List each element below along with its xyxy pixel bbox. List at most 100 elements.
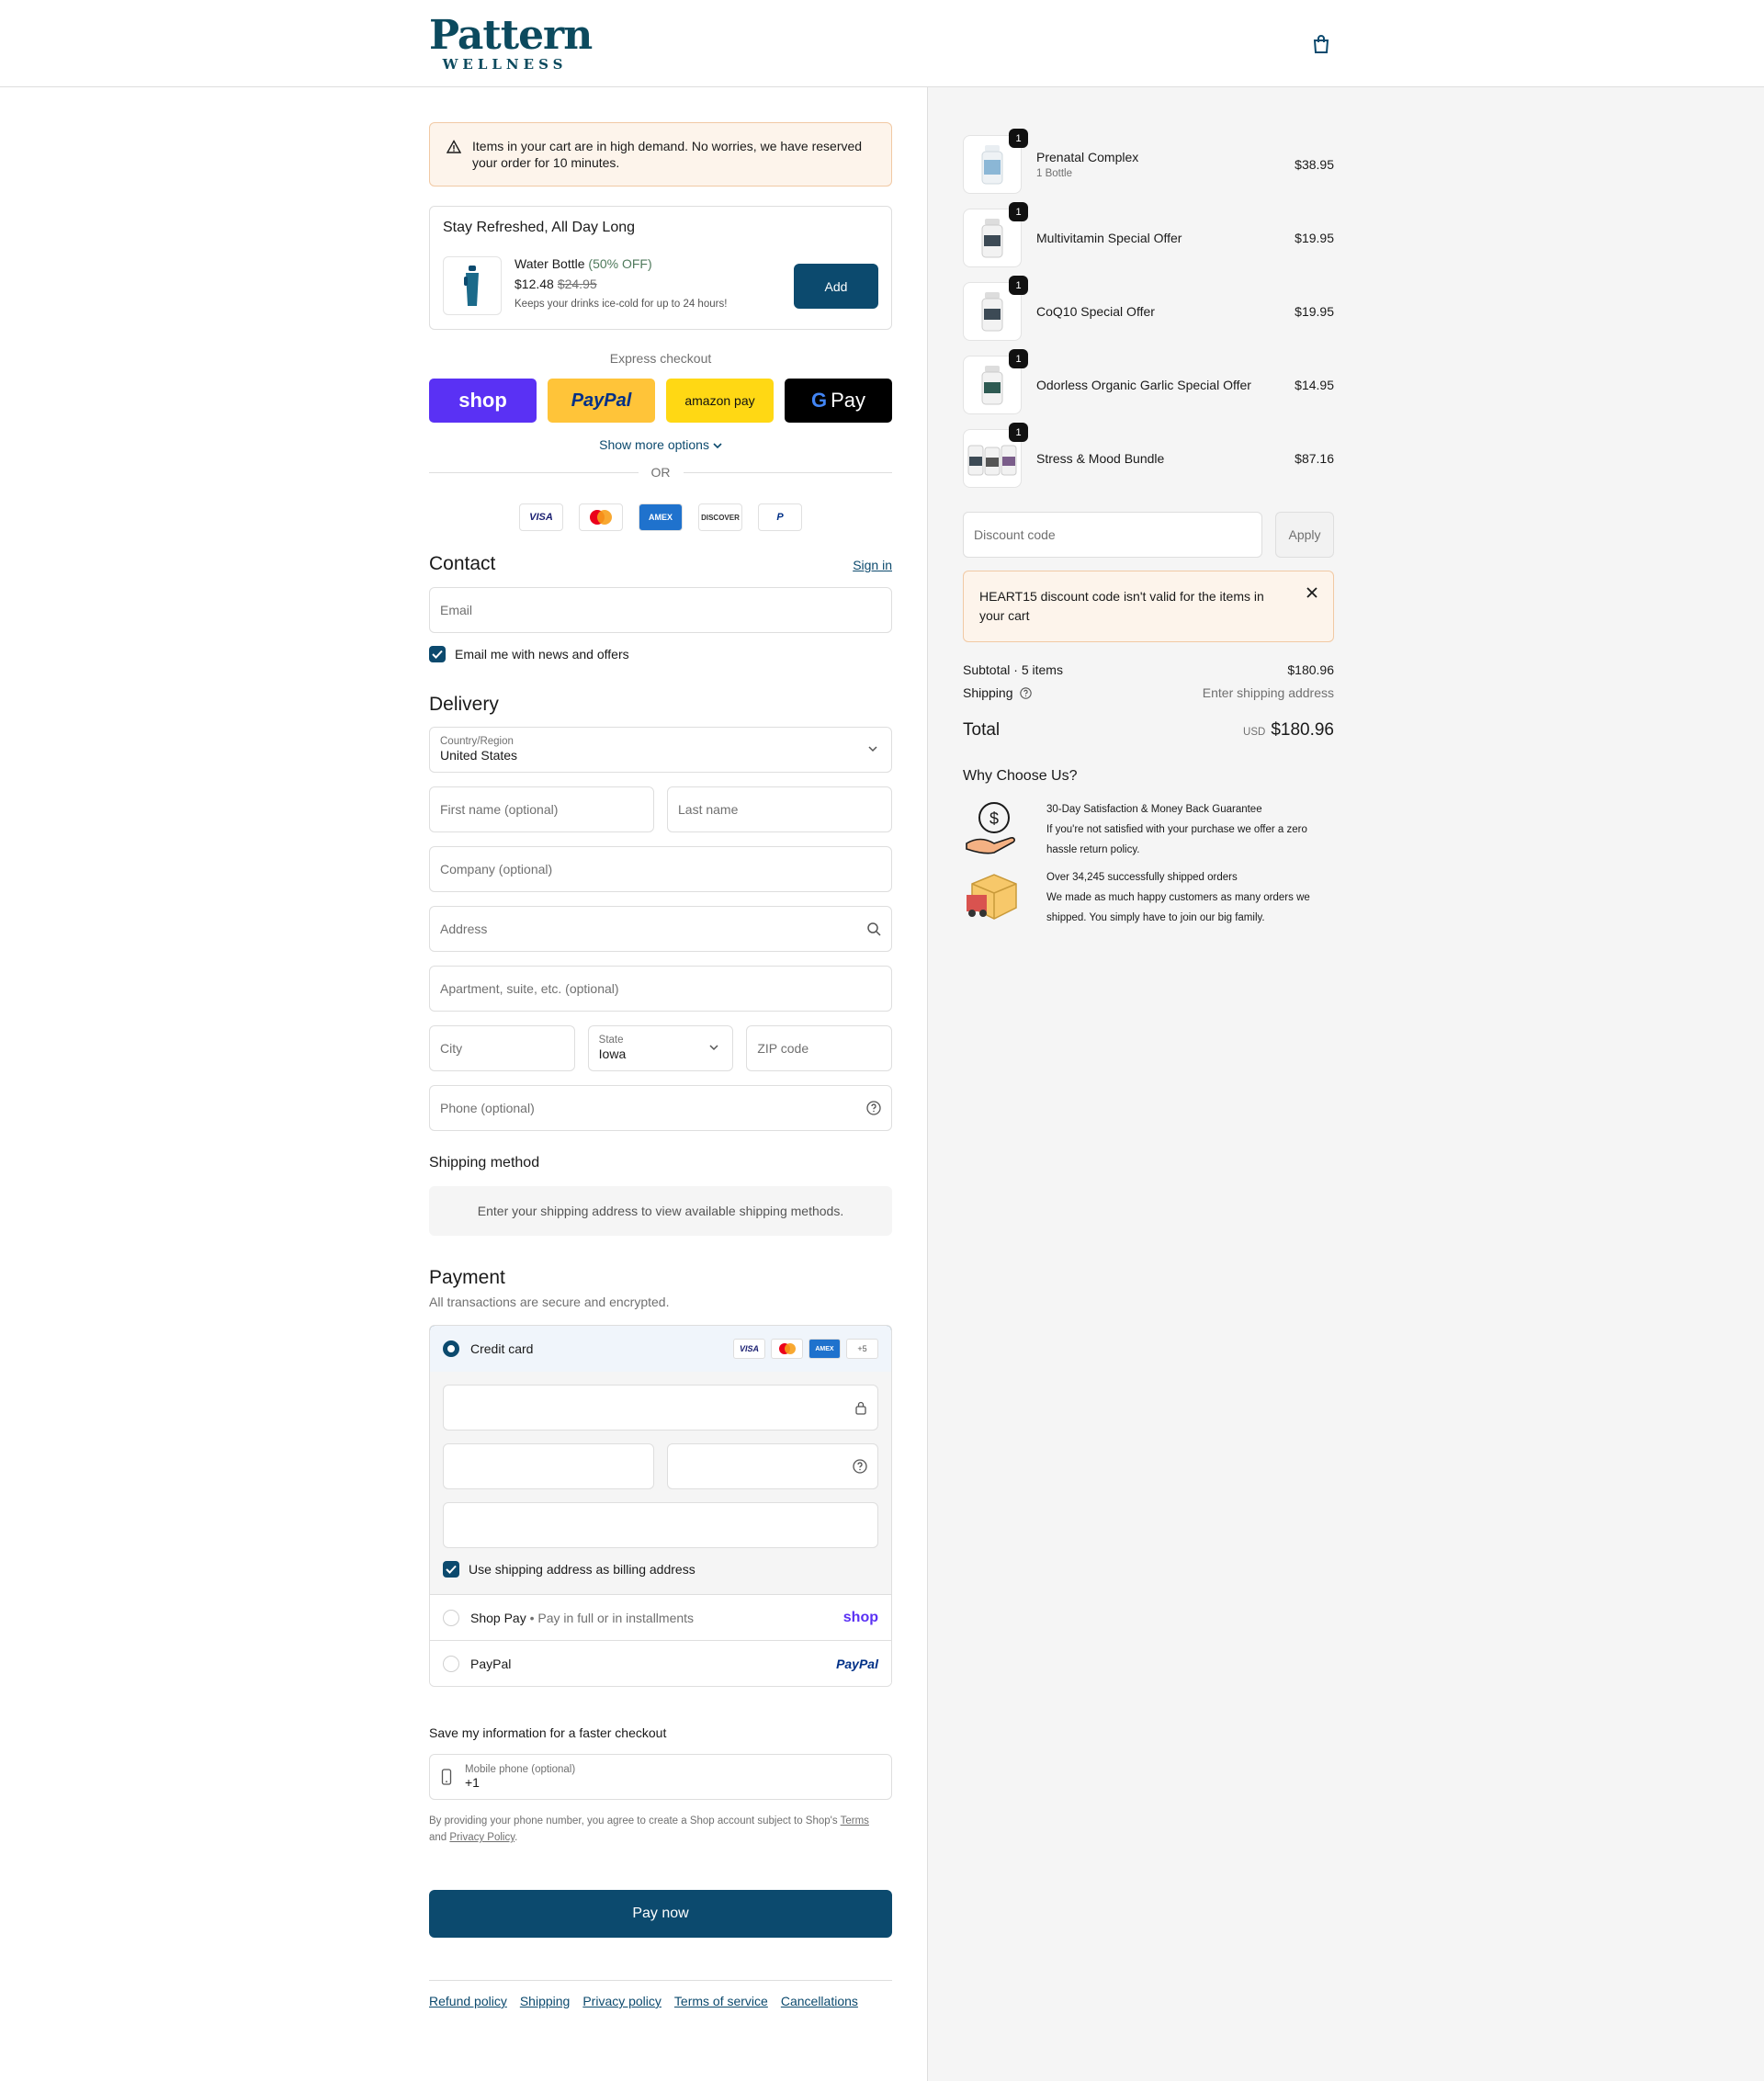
- billing-same-checkbox[interactable]: [443, 1561, 459, 1578]
- apartment-field[interactable]: Apartment, suite, etc. (optional): [429, 966, 892, 1012]
- paypal-label: PayPal: [470, 1656, 512, 1671]
- mobile-phone-field[interactable]: Mobile phone (optional) +1: [429, 1754, 892, 1800]
- mobile-phone-value: +1: [465, 1775, 480, 1790]
- product-thumbnail: 1: [963, 349, 1028, 414]
- country-label: Country/Region: [440, 736, 514, 747]
- card-cvv-field[interactable]: [667, 1443, 878, 1489]
- newsletter-checkbox[interactable]: [429, 646, 446, 662]
- zip-field[interactable]: ZIP code: [746, 1025, 893, 1071]
- shop-pay-button[interactable]: shop: [429, 379, 537, 423]
- city-field[interactable]: City: [429, 1025, 575, 1071]
- country-select[interactable]: Country/Region United States: [429, 727, 892, 773]
- contact-title: Contact: [429, 553, 496, 574]
- discover-icon: DISCOVER: [698, 503, 742, 531]
- email-field[interactable]: Email: [429, 587, 892, 633]
- cancellations-link[interactable]: Cancellations: [781, 1994, 858, 2008]
- card-number-field[interactable]: [443, 1385, 878, 1431]
- amazon-pay-button[interactable]: amazon pay: [666, 379, 774, 423]
- subtotal-value: $180.96: [1287, 662, 1334, 677]
- upsell-card: Stay Refreshed, All Day Long Water Bottl…: [429, 206, 892, 330]
- terms-of-service-link[interactable]: Terms of service: [674, 1994, 768, 2008]
- logo-sub-text: WELLNESS: [442, 56, 568, 73]
- product-thumbnail: 1: [963, 423, 1028, 488]
- shop-pay-radio[interactable]: [443, 1609, 459, 1626]
- why-item-heading: Over 34,245 successfully shipped orders: [1046, 872, 1238, 883]
- state-label: State: [598, 1035, 624, 1046]
- privacy-policy-link[interactable]: Privacy Policy: [449, 1832, 514, 1843]
- card-name-field[interactable]: [443, 1502, 878, 1548]
- show-more-label: Show more options: [599, 437, 709, 452]
- google-pay-label: Pay: [831, 389, 866, 412]
- product-thumbnail: 1: [963, 276, 1028, 341]
- paypal-button-label: PayPal: [571, 390, 632, 411]
- product-thumbnail: 1: [963, 202, 1028, 267]
- paypal-radio[interactable]: [443, 1655, 459, 1672]
- last-name-placeholder: Last name: [678, 802, 739, 817]
- more-cards-badge: +5: [846, 1339, 878, 1359]
- credit-card-label: Credit card: [470, 1341, 534, 1356]
- terms-notice-text: By providing your phone number, you agre…: [429, 1815, 838, 1827]
- quantity-badge: 1: [1009, 423, 1028, 442]
- discount-code-field[interactable]: Discount code: [963, 512, 1262, 558]
- cart-button[interactable]: [1308, 31, 1334, 57]
- item-name: Multivitamin Special Offer: [1036, 231, 1182, 245]
- warning-icon: [447, 140, 461, 153]
- phone-placeholder: Phone (optional): [440, 1101, 535, 1115]
- pattern-wellness-logo[interactable]: Pattern WELLNESS: [429, 15, 593, 73]
- privacy-policy-footer-link[interactable]: Privacy policy: [582, 1994, 662, 2008]
- why-item: $ 30-Day Satisfaction & Money Back Guara…: [963, 799, 1334, 860]
- paypal-button[interactable]: PayPal: [548, 379, 655, 423]
- cart-item: 1 Multivitamin Special Offer $19.95: [963, 201, 1334, 275]
- newsletter-checkbox-row[interactable]: Email me with news and offers: [429, 646, 892, 662]
- phone-field[interactable]: Phone (optional): [429, 1085, 892, 1131]
- check-icon: [432, 650, 443, 659]
- total-label: Total: [963, 720, 1001, 740]
- site-header: Pattern WELLNESS: [0, 0, 1764, 87]
- refund-policy-link[interactable]: Refund policy: [429, 1994, 507, 2008]
- billing-same-row[interactable]: Use shipping address as billing address: [443, 1561, 878, 1589]
- shop-logo: shop: [842, 1609, 878, 1625]
- shop-pay-label: Shop Pay: [470, 1610, 526, 1625]
- item-price: $14.95: [1295, 378, 1334, 392]
- state-select[interactable]: State Iowa: [587, 1025, 734, 1071]
- credit-card-radio[interactable]: [443, 1340, 459, 1357]
- address-field[interactable]: Address: [429, 906, 892, 952]
- country-value: United States: [440, 748, 518, 763]
- add-upsell-button[interactable]: Add: [794, 264, 878, 309]
- express-checkout-buttons: shop PayPal amazon pay G Pay: [429, 379, 892, 423]
- check-icon: [446, 1565, 457, 1574]
- card-expiry-field[interactable]: [443, 1443, 654, 1489]
- why-item-body: If you're not satisfied with your purcha…: [1046, 824, 1307, 855]
- cart-item: 1 Prenatal Complex 1 Bottle $38.95: [963, 128, 1334, 201]
- shipping-method-title: Shipping method: [429, 1155, 540, 1171]
- quantity-badge: 1: [1009, 202, 1028, 221]
- subtotal-label: Subtotal · 5 items: [963, 662, 1063, 677]
- upsell-discount: (50% OFF): [588, 256, 652, 271]
- company-field[interactable]: Company (optional): [429, 846, 892, 892]
- amex-icon: AMEX: [808, 1339, 841, 1359]
- email-placeholder: Email: [440, 603, 473, 617]
- terms-period: .: [514, 1832, 518, 1843]
- last-name-field[interactable]: Last name: [667, 786, 892, 832]
- mastercard-icon: [771, 1339, 803, 1359]
- first-name-field[interactable]: First name (optional): [429, 786, 654, 832]
- sign-in-link[interactable]: Sign in: [853, 558, 892, 572]
- svg-text:$: $: [989, 809, 999, 828]
- apply-discount-button[interactable]: Apply: [1275, 512, 1334, 558]
- payment-title: Payment: [429, 1267, 505, 1288]
- pay-now-button[interactable]: Pay now: [429, 1890, 892, 1938]
- shipping-row: Shipping Enter shipping address: [963, 685, 1334, 700]
- shopping-bag-icon: [1313, 35, 1329, 53]
- paypal-option[interactable]: PayPal PayPal: [430, 1640, 891, 1686]
- google-pay-button[interactable]: G Pay: [785, 379, 892, 423]
- terms-link[interactable]: Terms: [841, 1815, 869, 1827]
- shop-pay-option[interactable]: Shop Pay • Pay in full or in installment…: [430, 1594, 891, 1640]
- close-icon[interactable]: [1306, 586, 1318, 599]
- shipping-link[interactable]: Shipping: [520, 1994, 571, 2008]
- help-circle-icon[interactable]: [1020, 687, 1033, 699]
- chevron-down-icon: [868, 746, 877, 752]
- credit-card-option[interactable]: Credit card VISA AMEX +5: [430, 1326, 891, 1373]
- accepted-cards: VISA AMEX DISCOVER P: [429, 503, 892, 531]
- quantity-badge: 1: [1009, 349, 1028, 368]
- show-more-options-link[interactable]: Show more options: [429, 437, 892, 452]
